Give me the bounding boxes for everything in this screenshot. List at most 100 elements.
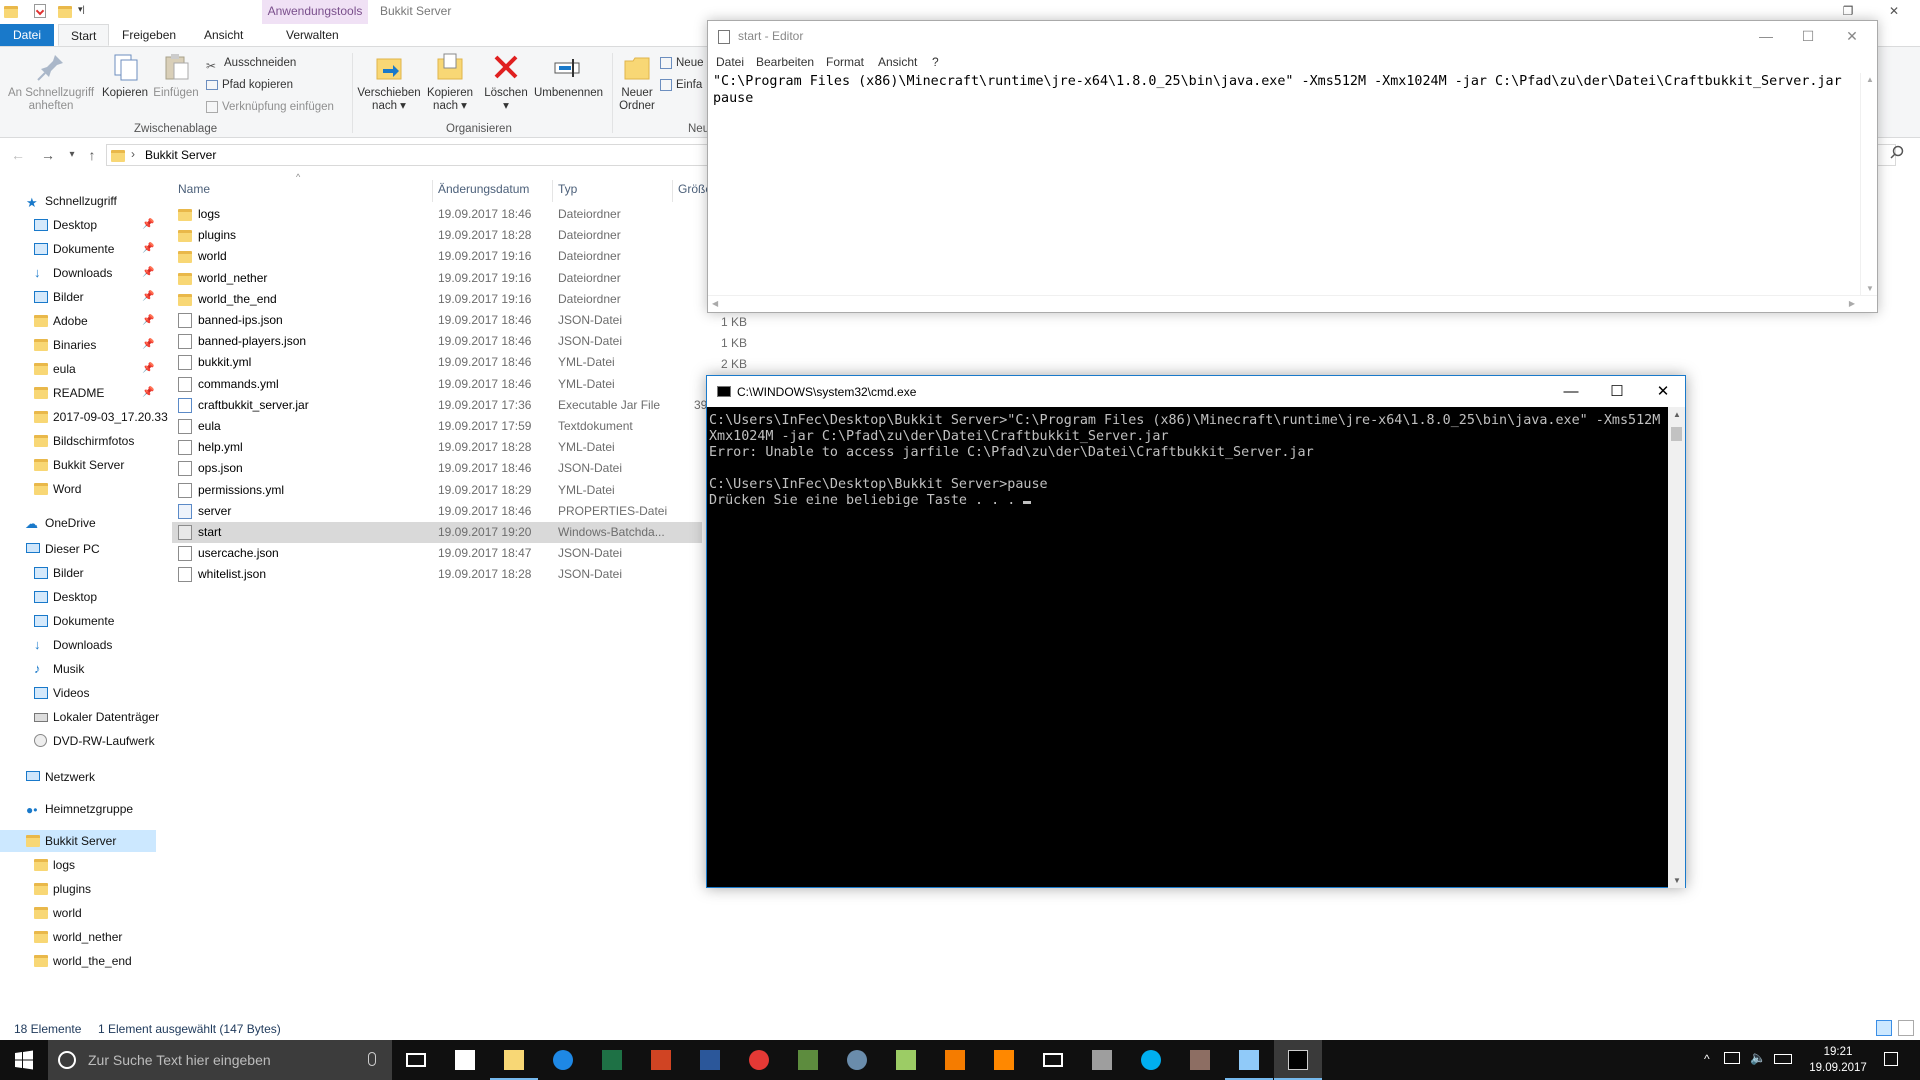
- scroll-right-icon[interactable]: ▶: [1849, 299, 1855, 308]
- customize-quick-access-icon[interactable]: ▾|: [78, 4, 94, 20]
- taskbar-app-mail[interactable]: [1029, 1040, 1077, 1080]
- file-row[interactable]: whitelist.json 19.09.2017 18:28 JSON-Datei: [172, 564, 702, 585]
- taskbar-app-minecraft-launcher[interactable]: [1176, 1040, 1224, 1080]
- horizontal-scrollbar[interactable]: ◀ ▶: [708, 295, 1877, 312]
- file-row[interactable]: permissions.yml 19.09.2017 18:29 YML-Datei: [172, 480, 702, 501]
- microphone-icon[interactable]: [368, 1052, 376, 1066]
- scroll-up-icon[interactable]: ▲: [1866, 75, 1874, 84]
- taskbar-search-input[interactable]: Zur Suche Text hier eingeben: [48, 1040, 392, 1080]
- pin-quick-access-button[interactable]: An Schnellzugriff anheften: [4, 51, 98, 113]
- tab-datei[interactable]: Datei: [0, 24, 54, 46]
- copy-to-button[interactable]: Kopieren nach ▾: [422, 51, 478, 113]
- file-row[interactable]: banned-ips.json 19.09.2017 18:46 JSON-Date…: [172, 310, 702, 331]
- scroll-down-icon[interactable]: ▼: [1866, 284, 1874, 293]
- nav-pc-item[interactable]: Videos: [0, 682, 158, 704]
- new-folder-icon[interactable]: [58, 4, 74, 20]
- paste-shortcut-button[interactable]: Verknüpfung einfügen: [206, 97, 334, 117]
- column-header-date[interactable]: Änderungsdatum: [438, 178, 529, 200]
- taskbar-app-chrome[interactable]: [735, 1040, 783, 1080]
- details-view-icon[interactable]: [1876, 1020, 1892, 1036]
- copy-path-button[interactable]: Pfad kopieren: [206, 75, 293, 95]
- easy-access-button[interactable]: Einfa: [660, 75, 702, 95]
- nav-quick-item[interactable]: eula 📌: [0, 358, 158, 380]
- taskbar-app-word[interactable]: [686, 1040, 734, 1080]
- column-header-name[interactable]: Name: [178, 178, 210, 200]
- taskbar-app-media-player[interactable]: [931, 1040, 979, 1080]
- new-folder-button[interactable]: Neuer Ordner: [614, 51, 660, 113]
- nav-quick-item[interactable]: Desktop 📌: [0, 214, 158, 236]
- pin-icon[interactable]: 📌: [142, 310, 154, 332]
- nav-pc-item[interactable]: Desktop: [0, 586, 158, 608]
- nav-quick-access[interactable]: ★ Schnellzugriff: [0, 190, 158, 212]
- nav-quick-item[interactable]: Bilder 📌: [0, 286, 158, 308]
- tab-freigeben[interactable]: Freigeben: [110, 24, 188, 46]
- taskbar-app-powerpoint[interactable]: [637, 1040, 685, 1080]
- file-row[interactable]: server 19.09.2017 18:46 PROPERTIES-Datei: [172, 501, 702, 522]
- show-hidden-icons-icon[interactable]: ^: [1704, 1052, 1710, 1066]
- file-row[interactable]: world_the_end 19.09.2017 19:16 Dateiordner: [172, 289, 702, 310]
- file-row[interactable]: commands.yml 19.09.2017 18:46 YML-Datei: [172, 374, 702, 395]
- tab-start[interactable]: Start: [58, 24, 110, 46]
- taskbar-app-file-explorer[interactable]: [490, 1040, 538, 1080]
- tiles-view-icon[interactable]: [1898, 1020, 1914, 1036]
- file-row[interactable]: logs 19.09.2017 18:46 Dateiordner: [172, 204, 702, 225]
- taskbar-app-cmd[interactable]: [1274, 1040, 1322, 1080]
- nav-quick-item[interactable]: Dokumente 📌: [0, 238, 158, 260]
- forward-icon[interactable]: →: [38, 146, 58, 164]
- nav-pc-item[interactable]: DVD-RW-Laufwerk: [0, 730, 158, 752]
- scroll-up-icon[interactable]: ▲: [1673, 410, 1681, 419]
- column-divider[interactable]: [552, 180, 553, 202]
- nav-this-pc[interactable]: Dieser PC: [0, 538, 158, 560]
- menu-ansicht[interactable]: Ansicht: [878, 55, 917, 69]
- nav-quick-item[interactable]: Bildschirmfotos: [0, 430, 158, 452]
- file-row[interactable]: plugins 19.09.2017 18:28 Dateiordner: [172, 225, 702, 246]
- back-icon[interactable]: ←: [8, 146, 28, 164]
- pin-icon[interactable]: 📌: [142, 334, 154, 356]
- file-row[interactable]: help.yml 19.09.2017 18:28 YML-Datei: [172, 437, 702, 458]
- scroll-left-icon[interactable]: ◀: [712, 299, 718, 308]
- cut-button[interactable]: ✂ Ausschneiden: [206, 53, 296, 73]
- nav-pc-item[interactable]: Bilder: [0, 562, 158, 584]
- volume-icon[interactable]: 🔈: [1750, 1050, 1766, 1066]
- nav-quick-item[interactable]: Bukkit Server: [0, 454, 158, 476]
- taskbar-app-vlc[interactable]: [980, 1040, 1028, 1080]
- scroll-down-icon[interactable]: ▼: [1673, 876, 1681, 885]
- file-row[interactable]: ops.json 19.09.2017 18:46 JSON-Datei: [172, 458, 702, 479]
- file-row[interactable]: craftbukkit_server.jar 19.09.2017 17:36 Ex…: [172, 395, 702, 416]
- column-divider[interactable]: [672, 180, 673, 202]
- console-output[interactable]: C:\Users\InFec\Desktop\Bukkit Server>"C:…: [709, 413, 1669, 883]
- nav-folder-item[interactable]: logs: [0, 854, 158, 876]
- keyboard-icon[interactable]: [1774, 1054, 1792, 1064]
- new-item-button[interactable]: Neue: [660, 53, 704, 73]
- close-icon[interactable]: ✕: [1880, 2, 1908, 20]
- pin-icon[interactable]: 📌: [142, 286, 154, 308]
- maximize-icon[interactable]: ☐: [1594, 376, 1640, 407]
- taskbar-app-notepadpp[interactable]: [882, 1040, 930, 1080]
- nav-bukkit-server-current[interactable]: Bukkit Server: [0, 830, 156, 852]
- recent-locations-icon[interactable]: ▾: [62, 146, 82, 164]
- file-row[interactable]: world 19.09.2017 19:16 Dateiordner: [172, 246, 702, 267]
- taskbar-app-task-view[interactable]: [392, 1040, 440, 1080]
- pin-icon[interactable]: 📌: [142, 382, 154, 404]
- properties-icon[interactable]: [34, 4, 50, 20]
- minimize-icon[interactable]: —: [1548, 376, 1594, 407]
- vertical-scrollbar[interactable]: ▲ ▼: [1860, 73, 1877, 295]
- file-row[interactable]: usercache.json 19.09.2017 18:47 JSON-Datei: [172, 543, 702, 564]
- scroll-thumb[interactable]: [1671, 427, 1682, 441]
- file-row[interactable]: bukkit.yml 19.09.2017 18:46 YML-Datei: [172, 352, 702, 373]
- nav-quick-item[interactable]: Binaries 📌: [0, 334, 158, 356]
- column-divider[interactable]: [432, 180, 433, 202]
- menu-help[interactable]: ?: [932, 55, 939, 69]
- nav-quick-item[interactable]: Word: [0, 478, 158, 500]
- nav-quick-item[interactable]: Adobe 📌: [0, 310, 158, 332]
- close-icon[interactable]: ✕: [1640, 376, 1686, 407]
- nav-folder-item[interactable]: world_the_end: [0, 950, 158, 972]
- nav-pc-item[interactable]: Dokumente: [0, 610, 158, 632]
- move-to-button[interactable]: Verschieben nach ▾: [356, 51, 422, 113]
- file-row[interactable]: world_nether 19.09.2017 19:16 Dateiordner: [172, 268, 702, 289]
- taskbar-app-steam[interactable]: [833, 1040, 881, 1080]
- file-row[interactable]: banned-players.json 19.09.2017 18:46 JSON-…: [172, 331, 702, 352]
- close-icon[interactable]: ✕: [1832, 25, 1872, 47]
- file-row[interactable]: eula 19.09.2017 17:59 Textdokument: [172, 416, 702, 437]
- menu-format[interactable]: Format: [826, 55, 864, 69]
